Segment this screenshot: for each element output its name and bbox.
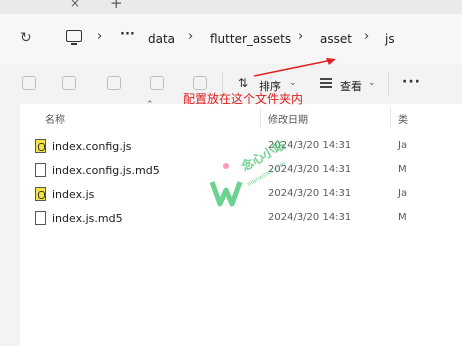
file-name: index.js bbox=[52, 188, 95, 201]
file-name: index.js.md5 bbox=[52, 212, 123, 225]
chevron-right-icon[interactable]: › bbox=[298, 29, 303, 44]
js-file-icon bbox=[35, 139, 46, 153]
file-date: 2024/3/20 14:31 bbox=[268, 188, 352, 199]
chevron-down-icon[interactable]: ⌄ bbox=[368, 78, 376, 88]
address-bar: ↻ › ··· data › flutter_assets › asset › … bbox=[0, 14, 462, 64]
js-file-icon bbox=[35, 187, 46, 201]
file-row[interactable]: index.js 2024/3/20 14:31 Ja bbox=[32, 183, 462, 207]
close-tab-button[interactable]: × bbox=[70, 0, 80, 10]
file-type: M bbox=[398, 212, 407, 223]
breadcrumb-flutter-assets[interactable]: flutter_assets bbox=[210, 32, 291, 46]
file-name: index.config.js bbox=[52, 140, 132, 153]
chevron-right-icon[interactable]: › bbox=[97, 29, 102, 44]
file-type: M bbox=[398, 164, 407, 175]
annotation-arrow bbox=[253, 58, 336, 77]
column-divider[interactable] bbox=[390, 108, 391, 128]
tab-strip: × + bbox=[0, 0, 462, 14]
column-header-type[interactable]: 类 bbox=[398, 111, 408, 126]
breadcrumb-data[interactable]: data bbox=[148, 32, 175, 46]
view-button[interactable]: 查看 bbox=[340, 78, 362, 94]
copy-icon[interactable] bbox=[22, 76, 36, 90]
sort-caret-icon: ⌃ bbox=[146, 100, 154, 110]
refresh-icon[interactable]: ↻ bbox=[20, 30, 32, 46]
breadcrumb-asset[interactable]: asset bbox=[320, 32, 352, 46]
column-divider[interactable] bbox=[260, 108, 261, 128]
chevron-right-icon[interactable]: › bbox=[188, 29, 193, 44]
share-icon[interactable] bbox=[150, 76, 164, 90]
annotation-text: 配置放在这个文件夹内 bbox=[183, 92, 304, 106]
new-tab-button[interactable]: + bbox=[110, 0, 123, 12]
watermark: 念心小站 nianxinxz.com bbox=[208, 138, 288, 214]
toolbar-divider bbox=[388, 72, 389, 96]
file-icon bbox=[35, 163, 46, 177]
rename-icon[interactable] bbox=[107, 76, 121, 90]
file-icon bbox=[35, 211, 46, 225]
file-name: index.config.js.md5 bbox=[52, 164, 160, 177]
more-options-button[interactable]: ··· bbox=[402, 74, 421, 90]
chevron-right-icon[interactable]: › bbox=[364, 29, 369, 44]
column-header-name[interactable]: 名称 bbox=[45, 111, 65, 126]
computer-icon[interactable] bbox=[66, 30, 82, 45]
paste-icon[interactable] bbox=[62, 76, 76, 90]
watermark-logo-icon bbox=[209, 163, 243, 207]
hidden-path-button[interactable]: ··· bbox=[120, 27, 135, 42]
file-row[interactable]: index.js.md5 2024/3/20 14:31 M bbox=[32, 207, 462, 231]
file-type: Ja bbox=[398, 188, 408, 199]
column-header-date[interactable]: 修改日期 bbox=[268, 111, 308, 126]
breadcrumb-js[interactable]: js bbox=[385, 32, 395, 46]
file-list: ⌃ 名称 修改日期 类 index.config.js 2024/3/20 14… bbox=[20, 100, 462, 346]
file-date: 2024/3/20 14:31 bbox=[268, 212, 352, 223]
delete-icon[interactable] bbox=[193, 76, 207, 90]
file-type: Ja bbox=[398, 140, 408, 151]
sort-icon[interactable]: ⇅ bbox=[238, 76, 248, 90]
